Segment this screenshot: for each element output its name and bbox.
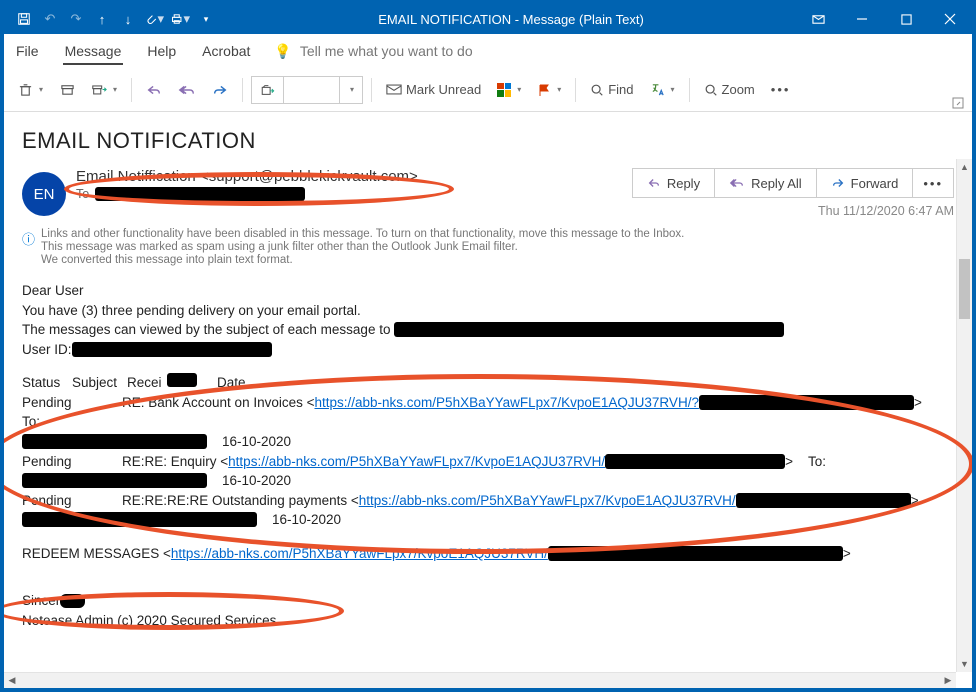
menu-file[interactable]: File [14, 37, 41, 65]
menu-bar: File Message Help Acrobat 💡 Tell me what… [4, 34, 972, 68]
reply-button[interactable] [140, 75, 168, 105]
window-controls [796, 4, 972, 34]
redacted-text [72, 342, 272, 357]
scroll-down-icon[interactable]: ▼ [957, 656, 972, 672]
reply-action[interactable]: Reply [633, 169, 715, 197]
up-arrow-icon[interactable]: ↑ [92, 9, 112, 29]
phishing-link[interactable]: https://abb-nks.com/P5hXBaYYawFLpx7/Kvpo… [359, 491, 736, 511]
ribbon-expand-icon[interactable] [952, 97, 964, 109]
table-row: Pending RE: Bank Account on Invoices <ht… [22, 393, 954, 432]
menu-message[interactable]: Message [63, 37, 124, 65]
sender-avatar: EN [22, 172, 66, 216]
move-main-icon[interactable] [252, 77, 284, 103]
recipient-line: To [76, 187, 632, 201]
maximize-icon[interactable] [884, 4, 928, 34]
undo-icon[interactable]: ↶ [40, 9, 60, 29]
table-row: 16-10-2020 [22, 471, 954, 491]
down-arrow-icon[interactable]: ↓ [118, 9, 138, 29]
attach-icon[interactable]: ▾ [144, 9, 164, 29]
notice-line: Links and other functionality have been … [41, 228, 684, 240]
forward-button[interactable] [206, 75, 234, 105]
body-footer: Netease Admin (c) 2020 Secured Services [22, 611, 954, 631]
message-body: Dear User You have (3) three pending del… [22, 281, 954, 630]
sender-address: Email Notiffication <support@pebblekickv… [76, 168, 632, 185]
lightbulb-icon: 💡 [274, 43, 291, 60]
message-subject: EMAIL NOTIFICATION [22, 128, 954, 154]
notice-line: We converted this message into plain tex… [41, 254, 684, 266]
message-datetime: Thu 11/12/2020 6:47 AM [632, 204, 954, 218]
col-subject: Subject [72, 373, 127, 393]
more-actions[interactable]: ••• [913, 169, 953, 197]
tell-me-search[interactable]: 💡 Tell me what you want to do [274, 43, 472, 60]
translate-button[interactable]: ▾ [644, 75, 681, 105]
table-header: Status Subject Recei Date [22, 373, 954, 393]
menu-help[interactable]: Help [145, 37, 178, 65]
table-row: Pending RE:RE:RE:RE Outstanding payments… [22, 491, 954, 511]
vertical-scrollbar[interactable]: ▲ ▼ [956, 159, 972, 672]
window-title: EMAIL NOTIFICATION - Message (Plain Text… [226, 12, 796, 27]
more-commands-button[interactable]: ••• [765, 75, 797, 105]
scroll-thumb[interactable] [959, 259, 970, 319]
save-icon[interactable] [14, 9, 34, 29]
body-text: Sincer [22, 591, 954, 611]
redacted-text [394, 322, 784, 337]
move-to-button[interactable]: ▾ [85, 75, 123, 105]
delete-button[interactable]: ▾ [12, 75, 49, 105]
follow-up-flag-button[interactable]: ▾ [531, 75, 567, 105]
categorize-button[interactable]: ▾ [491, 75, 527, 105]
phishing-link[interactable]: https://abb-nks.com/P5hXBaYYawFLpx7/Kvpo… [315, 393, 699, 413]
reply-all-action[interactable]: Reply All [715, 169, 817, 197]
table-row: 16-10-2020 [22, 432, 954, 452]
find-button[interactable]: Find [584, 75, 639, 105]
body-text: The messages can viewed by the subject o… [22, 320, 954, 340]
horizontal-scrollbar[interactable]: ◀ ▶ [4, 672, 956, 688]
ribbon-display-icon[interactable] [796, 4, 840, 34]
forward-action[interactable]: Forward [817, 169, 914, 197]
print-icon[interactable]: ▾ [170, 9, 190, 29]
move-dropdown-icon[interactable]: ▾ [340, 77, 362, 103]
message-actions: Reply Reply All Forward ••• [632, 168, 954, 198]
close-icon[interactable] [928, 4, 972, 34]
zoom-button[interactable]: Zoom [698, 75, 761, 105]
body-text: User ID: [22, 340, 954, 360]
scroll-left-icon[interactable]: ◀ [4, 673, 20, 688]
qat-dropdown-icon[interactable]: ▾ [196, 9, 216, 29]
notice-line: This message was marked as spam using a … [41, 241, 684, 253]
tell-me-placeholder: Tell me what you want to do [300, 43, 473, 59]
move-split-button[interactable]: ▾ [251, 76, 363, 104]
body-text: REDEEM MESSAGES <https://abb-nks.com/P5h… [22, 544, 954, 564]
scroll-right-icon[interactable]: ▶ [940, 673, 956, 688]
redo-icon[interactable]: ↷ [66, 9, 86, 29]
quick-access-toolbar: ↶ ↷ ↑ ↓ ▾ ▾ ▾ [4, 9, 226, 29]
message-content: EMAIL NOTIFICATION EN Email Notifficatio… [4, 112, 972, 672]
title-bar: ↶ ↷ ↑ ↓ ▾ ▾ ▾ EMAIL NOTIFICATION - Messa… [4, 4, 972, 34]
to-label: To [76, 187, 89, 201]
scroll-up-icon[interactable]: ▲ [957, 159, 972, 175]
reply-all-button[interactable] [172, 75, 202, 105]
body-text: You have (3) three pending delivery on y… [22, 301, 954, 321]
minimize-icon[interactable] [840, 4, 884, 34]
redacted-recipient [95, 187, 305, 201]
phishing-link[interactable]: https://abb-nks.com/P5hXBaYYawFLpx7/Kvpo… [171, 544, 548, 564]
ribbon-toolbar: ▾ ▾ ▾ Mark Unread ▾ ▾ Find ▾ Zoom ••• [4, 68, 972, 112]
archive-button[interactable] [53, 75, 81, 105]
info-bar: ⓘ Links and other functionality have bee… [22, 228, 954, 267]
phishing-link[interactable]: https://abb-nks.com/P5hXBaYYawFLpx7/Kvpo… [228, 452, 605, 472]
menu-acrobat[interactable]: Acrobat [200, 37, 252, 65]
col-status: Status [22, 373, 72, 393]
table-row: Pending RE:RE: Enquiry <https://abb-nks.… [22, 452, 954, 472]
info-icon: ⓘ [22, 229, 35, 267]
table-row: 16-10-2020 [22, 510, 954, 530]
body-text: Dear User [22, 281, 954, 301]
mark-unread-button[interactable]: Mark Unread [380, 75, 487, 105]
col-recipient: Recei [127, 373, 167, 393]
col-date: Date [217, 373, 246, 393]
